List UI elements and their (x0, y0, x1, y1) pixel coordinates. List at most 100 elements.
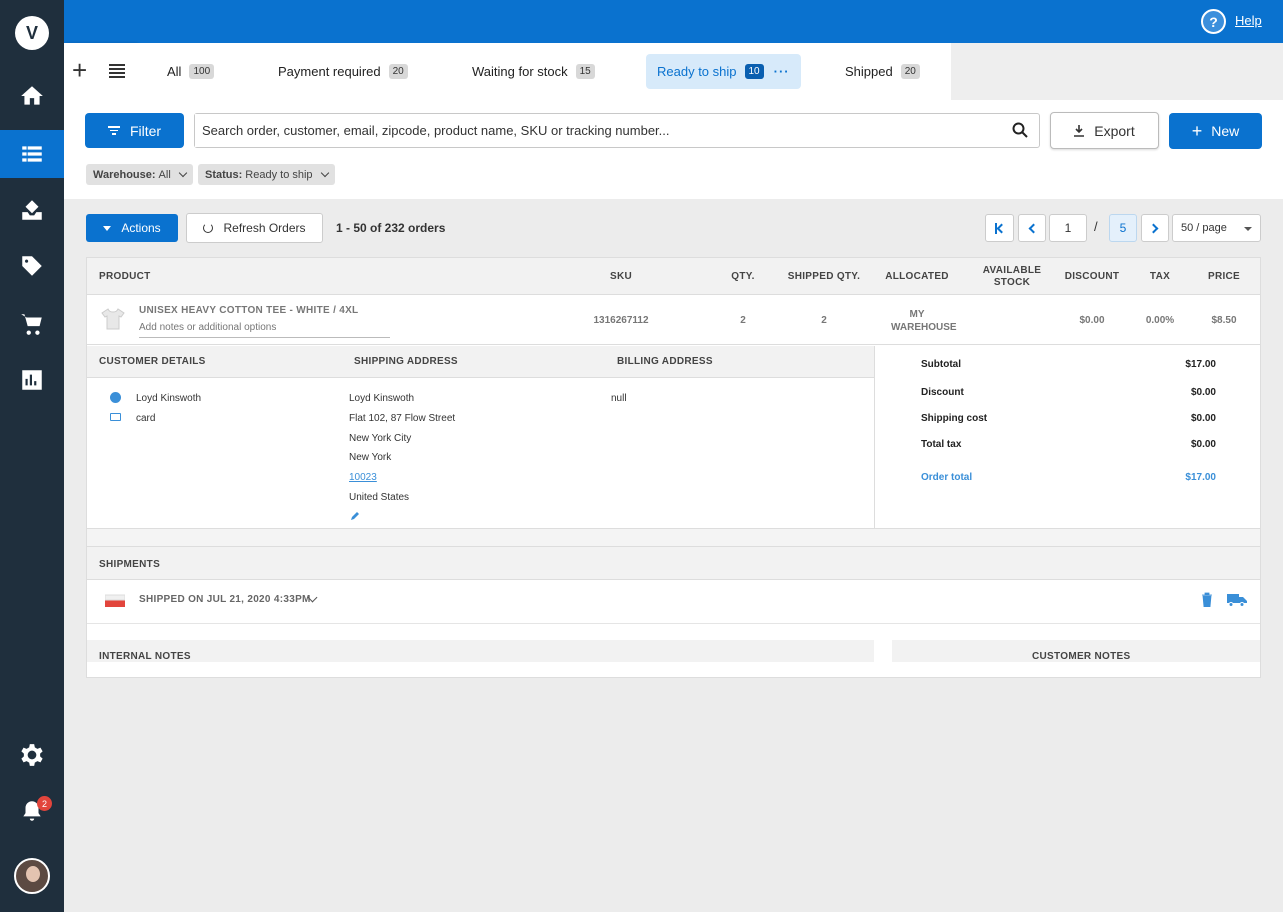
shipping-name: Loyd Kinswoth (349, 393, 415, 404)
shipping-cost-value: $0.00 (1190, 413, 1216, 424)
warehouse-filter-chip[interactable]: Warehouse: All (86, 164, 193, 185)
product-notes-input[interactable] (139, 322, 390, 338)
actions-button[interactable]: Actions (86, 214, 178, 242)
product-name[interactable]: UNISEX HEAVY COTTON TEE - WHITE / 4XL (139, 305, 358, 316)
per-page-select[interactable]: 50 / page (1172, 214, 1261, 242)
new-label: New (1211, 123, 1240, 139)
shipping-city: New York City (349, 433, 412, 444)
prev-page-button[interactable] (1018, 214, 1046, 242)
search-box (194, 113, 1040, 148)
chip-value: Ready to ship (245, 168, 313, 181)
search-input[interactable] (195, 114, 985, 147)
nav-notifications[interactable] (0, 787, 64, 835)
first-page-icon (994, 222, 1006, 234)
refresh-orders-button[interactable]: Refresh Orders (186, 213, 323, 243)
per-page-value: 50 / page (1181, 222, 1227, 234)
order-summary: Subtotal $17.00 Discount $0.00 Shipping … (874, 346, 1260, 529)
gear-icon (21, 744, 43, 766)
tab-ready-to-ship[interactable]: Ready to ship 10 ··· (646, 54, 801, 89)
caret-down-icon (1244, 227, 1252, 231)
allocated-value: MY WAREHOUSE (891, 309, 957, 333)
home-icon (21, 86, 43, 105)
shipment-row[interactable]: SHIPPED ON JUL 21, 2020 4:33PM (87, 580, 1260, 624)
billing-address-value: null (611, 393, 627, 404)
table-row[interactable]: UNISEX HEAVY COTTON TEE - WHITE / 4XL 13… (87, 295, 1260, 345)
tab-label: Ready to ship (657, 64, 737, 79)
subtotal-label: Subtotal (921, 359, 961, 370)
chevron-right-icon (1148, 223, 1159, 233)
nav-products[interactable] (0, 242, 64, 290)
tab-all[interactable]: All 100 (167, 54, 215, 89)
page-separator: / (1094, 219, 1098, 234)
avatar[interactable] (14, 858, 50, 894)
cart-icon (21, 314, 42, 335)
add-tab-icon[interactable]: + (72, 57, 87, 83)
tab-tools: + (64, 43, 136, 100)
col-shipped-qty: SHIPPED QTY. (787, 271, 861, 282)
tab-label: Payment required (278, 64, 381, 79)
tag-icon (22, 256, 42, 276)
package-icon (105, 594, 125, 607)
tab-label: Shipped (845, 64, 893, 79)
export-button[interactable]: Export (1050, 112, 1159, 149)
sidebar: V 2 (0, 0, 64, 912)
help-icon[interactable]: ? (1201, 9, 1226, 34)
list-icon (22, 146, 42, 162)
col-available-stock: AVAILABLE STOCK (982, 265, 1042, 288)
tabs-row: + All 100 Payment required 20 Waiting fo… (64, 43, 1283, 100)
internal-notes-heading: INTERNAL NOTES (99, 651, 191, 662)
tab-payment-required[interactable]: Payment required 20 (278, 54, 408, 89)
shipping-zip-link[interactable]: 10023 (349, 472, 377, 483)
status-filter-chip[interactable]: Status: Ready to ship (198, 164, 335, 185)
search-icon[interactable] (1012, 122, 1028, 138)
pencil-icon[interactable] (350, 511, 360, 521)
logo[interactable]: V (15, 16, 49, 50)
shipment-date: SHIPPED ON JUL 21, 2020 4:33PM (139, 594, 311, 605)
notes-body (87, 662, 1260, 677)
price-value: $8.50 (1211, 315, 1237, 326)
col-discount: DISCOUNT (1064, 271, 1120, 282)
trash-icon[interactable] (1201, 592, 1213, 607)
total-pages[interactable]: 5 (1109, 214, 1137, 242)
menu-icon[interactable] (109, 64, 125, 78)
tab-shipped[interactable]: Shipped 20 (845, 54, 920, 89)
chevron-down-icon (178, 168, 188, 178)
export-label: Export (1094, 122, 1135, 139)
customer-notes-header: CUSTOMER NOTES (892, 640, 1260, 662)
tax-value: 0.00% (1145, 315, 1175, 326)
customer-name: Loyd Kinswoth (136, 393, 202, 404)
chart-icon (22, 370, 42, 390)
chip-value: All (158, 168, 171, 181)
nav-purchases[interactable] (0, 300, 64, 348)
shipped-qty-value: 2 (821, 315, 827, 326)
order-panel: PRODUCT SKU QTY. SHIPPED QTY. ALLOCATED … (86, 257, 1261, 678)
filter-button[interactable]: Filter (85, 113, 184, 148)
discount-label: Discount (921, 387, 964, 398)
payment-method: card (136, 413, 156, 424)
nav-settings[interactable] (0, 731, 64, 779)
orders-range: 1 - 50 of 232 orders (336, 221, 446, 235)
new-button[interactable]: + New (1169, 113, 1262, 149)
tab-waiting-for-stock[interactable]: Waiting for stock 15 (472, 54, 595, 89)
next-page-button[interactable] (1141, 214, 1169, 242)
chip-key: Warehouse: (93, 168, 156, 181)
nav-orders[interactable] (0, 130, 64, 178)
tshirt-icon (101, 308, 125, 330)
first-page-button[interactable] (985, 214, 1014, 242)
col-sku: SKU (609, 271, 632, 282)
nav-home[interactable] (0, 72, 64, 120)
shipments-header: SHIPMENTS (87, 547, 1260, 580)
help-link[interactable]: Help (1235, 13, 1262, 28)
shipping-country: United States (349, 492, 410, 503)
page-input[interactable]: 1 (1049, 214, 1087, 242)
customer-notes-heading: CUSTOMER NOTES (1032, 651, 1131, 662)
actions-label: Actions (121, 221, 161, 235)
details-body: Loyd Kinswoth card Loyd Kinswoth Flat 10… (87, 378, 874, 529)
truck-icon[interactable] (1227, 593, 1247, 607)
nav-reports[interactable] (0, 356, 64, 404)
tab-count: 20 (900, 64, 920, 79)
tab-label: All (167, 64, 182, 79)
more-icon[interactable]: ··· (774, 64, 790, 79)
nav-inventory[interactable] (0, 186, 64, 234)
internal-notes-header: INTERNAL NOTES (87, 640, 874, 662)
